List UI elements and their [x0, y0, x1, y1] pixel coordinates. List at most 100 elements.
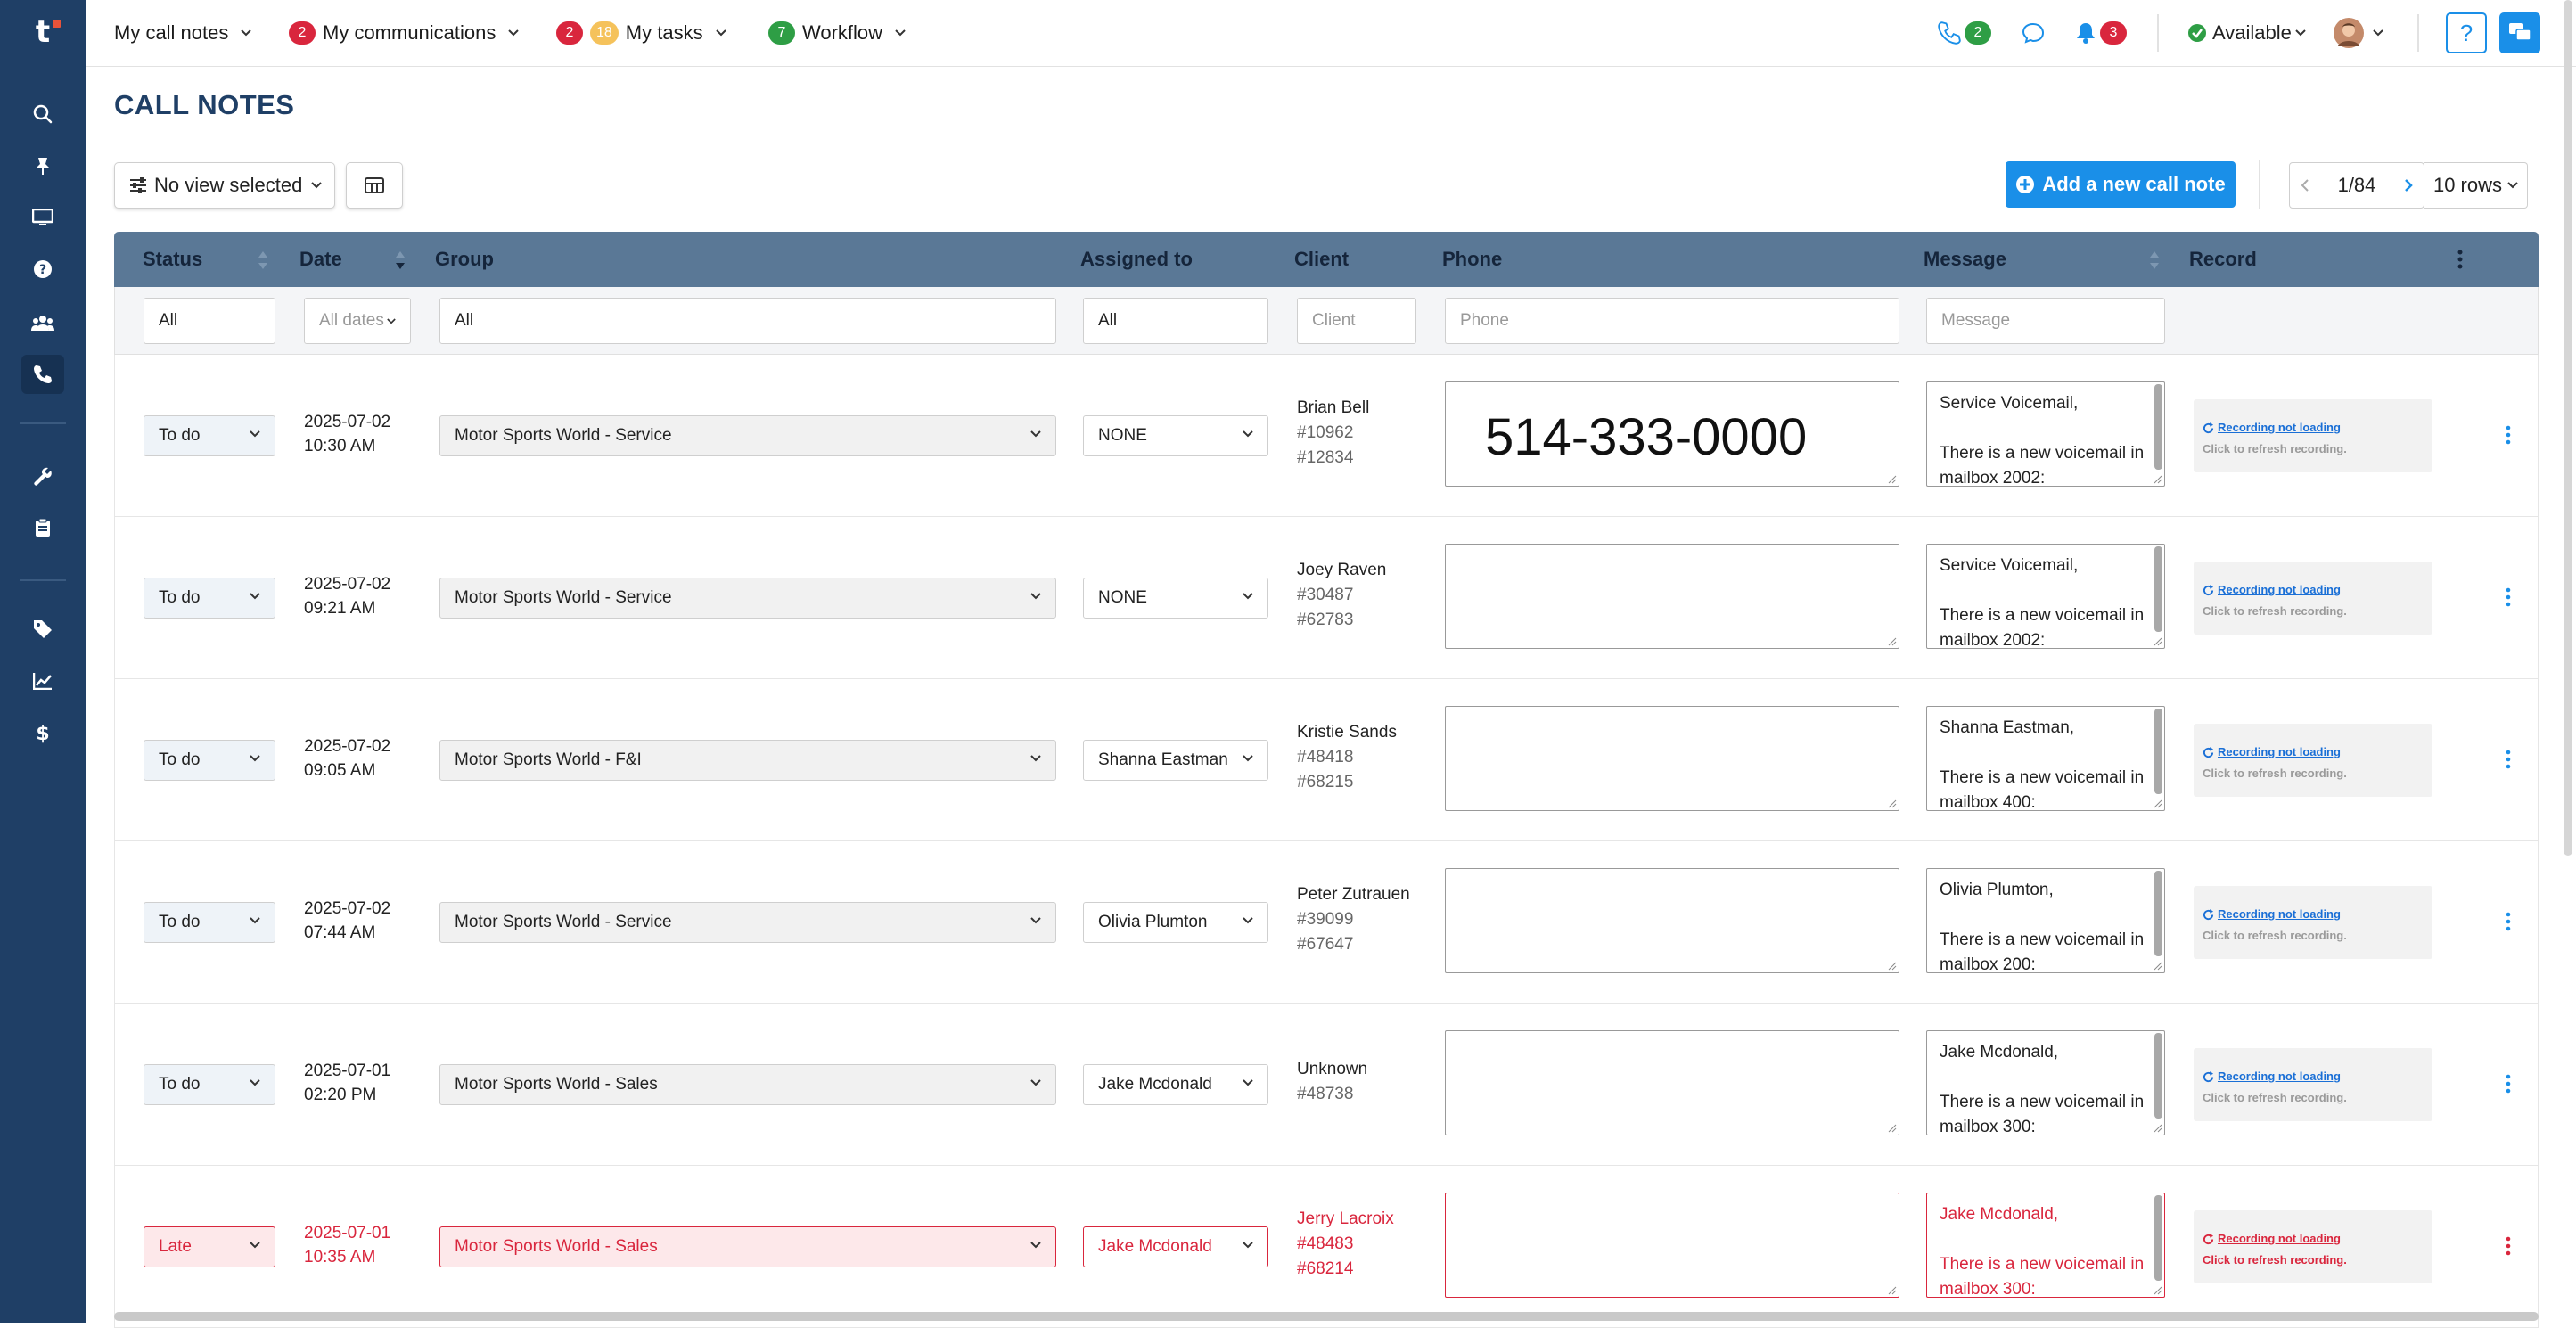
scrollbar[interactable] — [2154, 384, 2162, 470]
sort-icon[interactable] — [2148, 250, 2161, 271]
rows-per-page-select[interactable]: 10 rows — [2424, 162, 2528, 209]
recording-link[interactable]: Recording not loading — [2203, 579, 2424, 601]
status-select[interactable]: To do — [144, 1064, 275, 1105]
wrench-icon[interactable] — [21, 456, 64, 496]
resize-handle-icon[interactable] — [2152, 473, 2162, 484]
scrollbar[interactable] — [2154, 1033, 2162, 1119]
group-select[interactable]: Motor Sports World - Service — [439, 902, 1056, 943]
group-select[interactable]: Motor Sports World - Service — [439, 578, 1056, 619]
recording-link[interactable]: Recording not loading — [2203, 1066, 2424, 1087]
resize-handle-icon[interactable] — [1886, 1284, 1897, 1295]
group-select[interactable]: Motor Sports World - Service — [439, 415, 1056, 456]
status-select[interactable]: To do — [144, 415, 275, 456]
message-filter[interactable]: Message — [1926, 298, 2165, 344]
client-filter[interactable]: Client — [1297, 298, 1416, 344]
phone-textarea[interactable]: 514-333-0000 — [1445, 381, 1899, 487]
status-select[interactable]: To do — [144, 902, 275, 943]
assigned-select[interactable]: Jake Mcdonald — [1083, 1226, 1268, 1267]
recording-cell[interactable]: Recording not loading Click to refresh r… — [2194, 1048, 2432, 1121]
phone-textarea[interactable] — [1445, 544, 1899, 649]
group-select[interactable]: Motor Sports World - F&I — [439, 740, 1056, 781]
col-phone[interactable]: Phone — [1442, 232, 1502, 287]
row-menu-icon[interactable] — [2504, 424, 2513, 446]
client-cell[interactable]: Unknown #48738 — [1297, 1057, 1367, 1107]
assigned-select[interactable]: Jake Mcdonald — [1083, 1064, 1268, 1105]
col-record[interactable]: Record — [2189, 232, 2257, 287]
recording-cell[interactable]: Recording not loading Click to refresh r… — [2194, 1210, 2432, 1283]
status-select[interactable]: To do — [144, 578, 275, 619]
phone-textarea[interactable] — [1445, 868, 1899, 973]
scrollbar[interactable] — [2154, 1195, 2162, 1281]
help-icon[interactable]: ? — [21, 250, 64, 289]
users-icon[interactable] — [21, 303, 64, 342]
message-textarea[interactable]: Service Voicemail, There is a new voicem… — [1926, 544, 2165, 649]
notifications[interactable]: 3 — [2075, 0, 2134, 66]
phone-textarea[interactable] — [1445, 1030, 1899, 1135]
tag-icon[interactable] — [21, 610, 64, 649]
client-cell[interactable]: Joey Raven #30487 #62783 — [1297, 558, 1386, 633]
row-menu-icon[interactable] — [2504, 1235, 2513, 1257]
group-select[interactable]: Motor Sports World - Sales — [439, 1064, 1056, 1105]
chevron-right-icon[interactable] — [2404, 178, 2413, 193]
assigned-select[interactable]: NONE — [1083, 578, 1268, 619]
recording-cell[interactable]: Recording not loading Click to refresh r… — [2194, 399, 2432, 472]
nav-my-call-notes[interactable]: My call notes — [114, 0, 252, 66]
resize-handle-icon[interactable] — [1886, 960, 1897, 971]
status-select[interactable]: Late — [144, 1226, 275, 1267]
message-textarea[interactable]: Jake Mcdonald, There is a new voicemail … — [1926, 1030, 2165, 1135]
phone-icon[interactable] — [21, 355, 64, 394]
vertical-scrollbar[interactable] — [2564, 0, 2572, 856]
recording-link[interactable]: Recording not loading — [2203, 1228, 2424, 1250]
nav-my-communications[interactable]: 2 My communications — [289, 0, 520, 66]
availability-dropdown[interactable]: Available — [2187, 0, 2306, 66]
clipboard-icon[interactable] — [21, 508, 64, 547]
row-menu-icon[interactable] — [2504, 1073, 2513, 1094]
assigned-filter[interactable]: All — [1083, 298, 1268, 344]
add-call-note-button[interactable]: Add a new call note — [2006, 161, 2236, 208]
resize-handle-icon[interactable] — [2152, 960, 2162, 971]
resize-handle-icon[interactable] — [2152, 1122, 2162, 1133]
horizontal-scrollbar[interactable] — [114, 1312, 2539, 1321]
row-menu-icon[interactable] — [2504, 749, 2513, 770]
recording-cell[interactable]: Recording not loading Click to refresh r… — [2194, 724, 2432, 797]
message-textarea[interactable]: Shanna Eastman, There is a new voicemail… — [1926, 706, 2165, 811]
dollar-icon[interactable]: $ — [21, 713, 64, 752]
resize-handle-icon[interactable] — [1886, 635, 1897, 646]
help-button[interactable]: ? — [2446, 12, 2487, 53]
table-settings-button[interactable] — [346, 162, 403, 209]
sort-icon[interactable] — [257, 250, 269, 271]
status-select[interactable]: To do — [144, 740, 275, 781]
resize-handle-icon[interactable] — [2152, 798, 2162, 808]
client-cell[interactable]: Jerry Lacroix #48483 #68214 — [1297, 1207, 1394, 1282]
scrollbar[interactable] — [2154, 871, 2162, 956]
row-menu-icon[interactable] — [2504, 586, 2513, 608]
view-selector[interactable]: No view selected — [114, 162, 335, 209]
scrollbar[interactable] — [2154, 709, 2162, 794]
col-client[interactable]: Client — [1294, 232, 1349, 287]
resize-handle-icon[interactable] — [1886, 473, 1897, 484]
row-menu-icon[interactable] — [2504, 911, 2513, 932]
client-cell[interactable]: Brian Bell #10962 #12834 — [1297, 396, 1369, 471]
resize-handle-icon[interactable] — [1886, 798, 1897, 808]
resize-handle-icon[interactable] — [2152, 635, 2162, 646]
pin-icon[interactable] — [21, 146, 64, 185]
messages-button[interactable] — [2499, 12, 2540, 53]
phone-filter[interactable]: Phone — [1445, 298, 1899, 344]
chart-icon[interactable] — [21, 661, 64, 701]
calls-indicator[interactable]: 2 — [1938, 0, 1998, 66]
client-cell[interactable]: Kristie Sands #48418 #68215 — [1297, 720, 1397, 795]
search-icon[interactable] — [21, 94, 64, 134]
app-logo[interactable]: t — [27, 16, 61, 48]
message-textarea[interactable]: Service Voicemail, There is a new voicem… — [1926, 381, 2165, 487]
scrollbar[interactable] — [2154, 546, 2162, 632]
client-cell[interactable]: Peter Zutrauen #39099 #67647 — [1297, 882, 1410, 957]
group-select[interactable]: Motor Sports World - Sales — [439, 1226, 1056, 1267]
nav-workflow[interactable]: 7 Workflow — [768, 0, 906, 66]
message-textarea[interactable]: Jake Mcdonald, There is a new voicemail … — [1926, 1193, 2165, 1298]
monitor-icon[interactable] — [21, 198, 64, 237]
message-textarea[interactable]: Olivia Plumton, There is a new voicemail… — [1926, 868, 2165, 973]
nav-my-tasks[interactable]: 2 18 My tasks — [556, 0, 726, 66]
group-filter[interactable]: All — [439, 298, 1056, 344]
col-date[interactable]: Date — [299, 232, 342, 287]
recording-link[interactable]: Recording not loading — [2203, 904, 2424, 925]
